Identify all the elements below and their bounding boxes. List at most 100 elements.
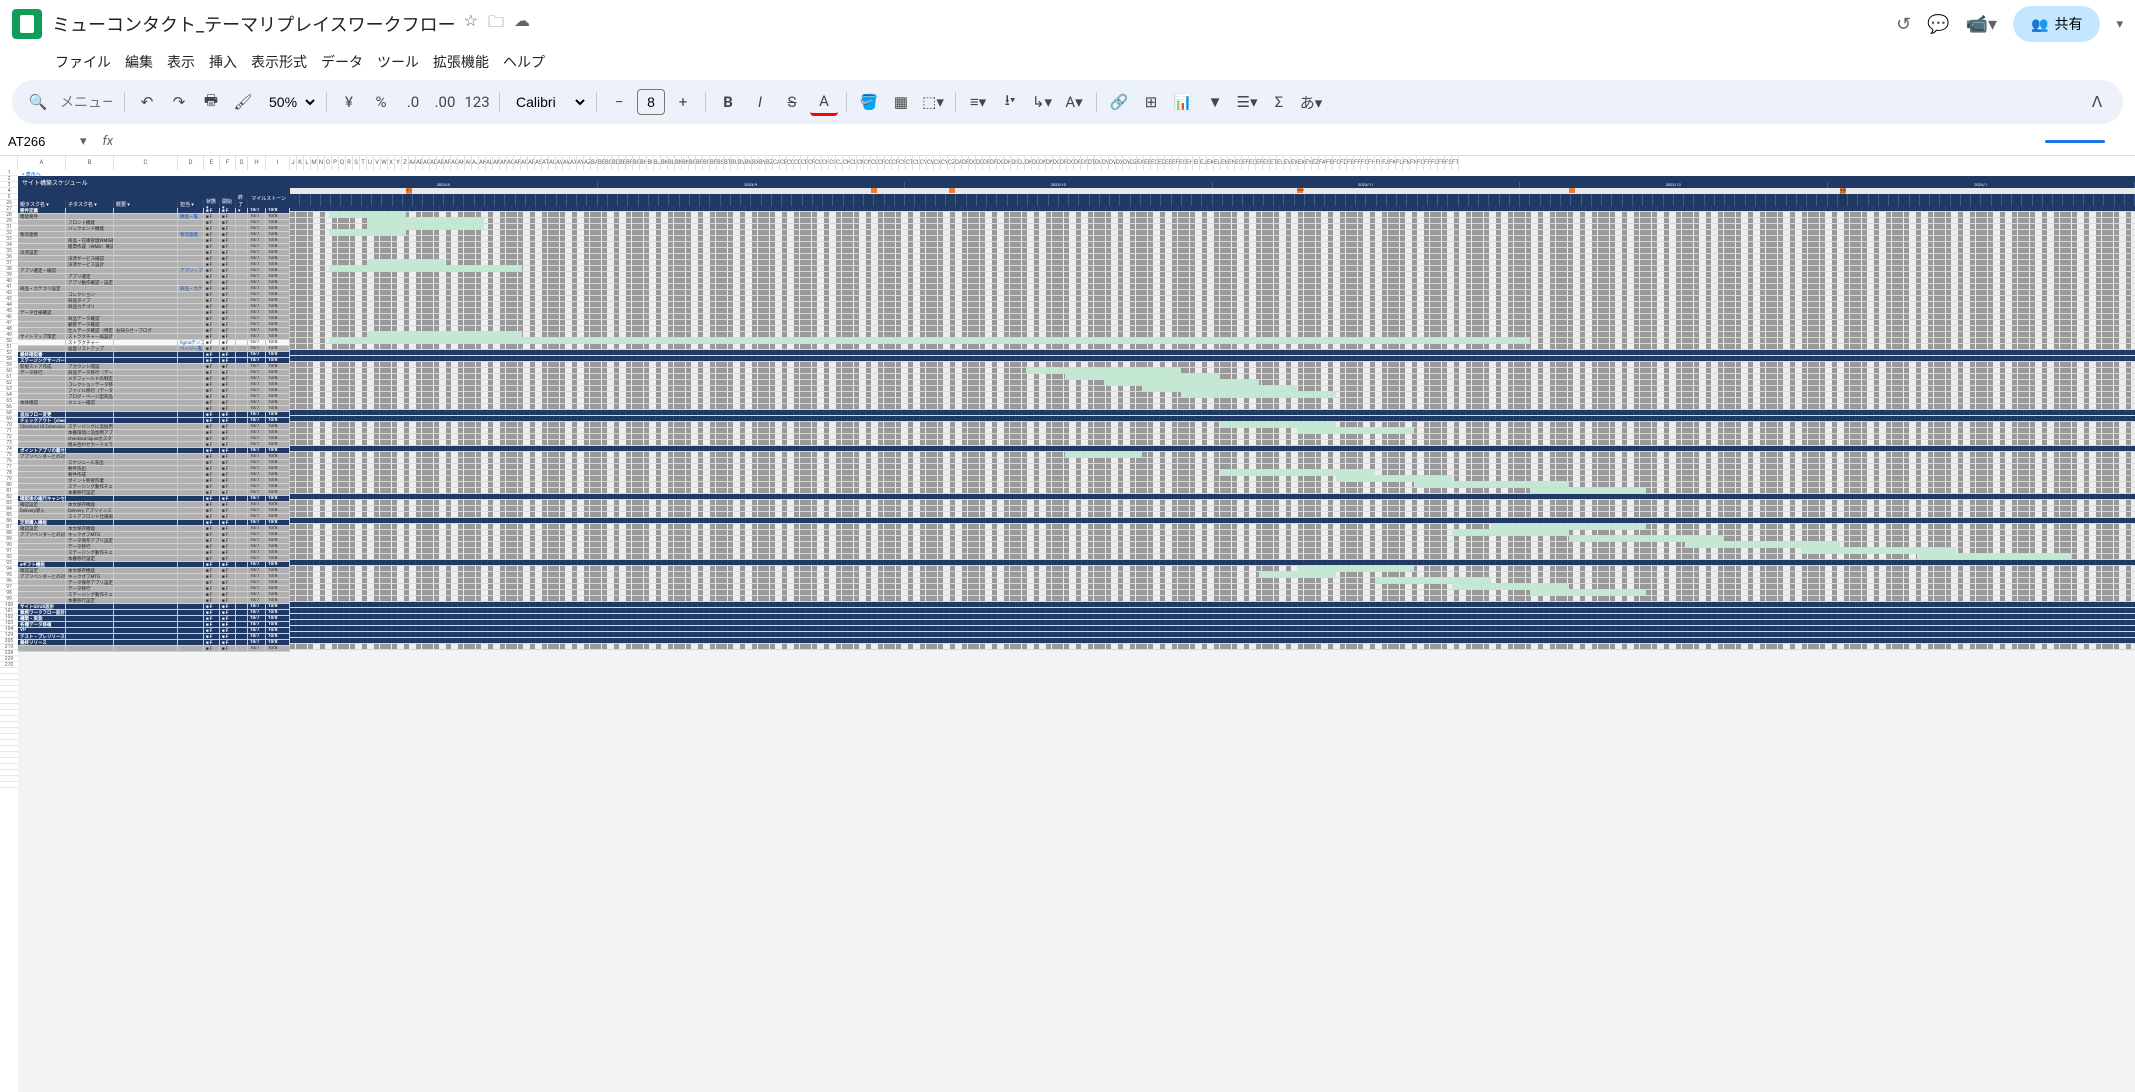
task-cell[interactable] bbox=[114, 370, 178, 375]
task-cell[interactable]: 画面リストアップ bbox=[66, 346, 114, 351]
column-header[interactable]: CW bbox=[927, 156, 934, 170]
gantt-row[interactable] bbox=[290, 452, 2135, 458]
task-cell[interactable]: 10/8 bbox=[266, 538, 290, 543]
task-cell[interactable]: 10/8 bbox=[266, 616, 290, 621]
column-header[interactable]: J bbox=[290, 156, 297, 170]
font-size-increase-icon[interactable]: + bbox=[669, 88, 697, 116]
task-cell[interactable]: アプリベンダーとの対応キックオフMTG bbox=[18, 454, 66, 459]
column-header[interactable]: BK bbox=[661, 156, 668, 170]
task-cell[interactable]: アプリ動作確認・設定確認 bbox=[66, 280, 114, 285]
task-cell[interactable]: 要件定義 bbox=[18, 208, 66, 213]
column-header[interactable]: BU bbox=[731, 156, 738, 170]
task-cell[interactable]: ■ F bbox=[204, 370, 220, 375]
task-cell[interactable]: ■ F bbox=[220, 568, 236, 573]
task-cell[interactable] bbox=[178, 574, 204, 579]
column-header[interactable]: BQ bbox=[703, 156, 710, 170]
task-cell[interactable] bbox=[114, 520, 178, 525]
task-cell[interactable] bbox=[114, 220, 178, 225]
task-cell[interactable] bbox=[236, 310, 248, 315]
gantt-bar[interactable] bbox=[1297, 566, 1413, 571]
task-cell[interactable] bbox=[178, 298, 204, 303]
task-cell[interactable]: 10/7 bbox=[248, 328, 266, 333]
column-header[interactable]: AR bbox=[528, 156, 535, 170]
task-cell[interactable]: eギフト機能 bbox=[18, 562, 66, 567]
task-cell[interactable]: ■ F bbox=[204, 322, 220, 327]
column-header[interactable]: FG bbox=[1361, 156, 1368, 170]
task-cell[interactable]: ■ F bbox=[204, 238, 220, 243]
column-header[interactable]: CM bbox=[857, 156, 864, 170]
column-header[interactable]: BD bbox=[612, 156, 619, 170]
task-cell[interactable]: ■ F bbox=[220, 592, 236, 597]
task-cell[interactable] bbox=[114, 388, 178, 393]
task-column-header[interactable]: 担当 ▾ bbox=[178, 200, 204, 208]
task-cell[interactable]: 10/7 bbox=[248, 340, 266, 345]
task-cell[interactable] bbox=[236, 232, 248, 237]
task-cell[interactable]: ■ F bbox=[220, 406, 236, 411]
task-cell[interactable]: 10/7 bbox=[248, 442, 266, 447]
task-cell[interactable]: ■ F bbox=[220, 226, 236, 231]
task-cell[interactable] bbox=[236, 370, 248, 375]
task-cell[interactable] bbox=[236, 532, 248, 537]
task-cell[interactable] bbox=[114, 346, 178, 351]
formula-input[interactable] bbox=[121, 132, 2045, 151]
task-cell[interactable] bbox=[178, 478, 204, 483]
task-cell[interactable]: ■ F bbox=[204, 562, 220, 567]
column-header[interactable]: AL bbox=[486, 156, 493, 170]
task-cell[interactable]: 10/7 bbox=[248, 502, 266, 507]
task-cell[interactable]: 本文保存機能 bbox=[66, 568, 114, 573]
task-cell[interactable] bbox=[66, 268, 114, 273]
column-header[interactable]: C bbox=[114, 156, 178, 170]
column-header[interactable]: EX bbox=[1298, 156, 1305, 170]
task-cell[interactable]: メニュー確認 bbox=[66, 400, 114, 405]
task-cell[interactable] bbox=[236, 610, 248, 615]
task-cell[interactable]: ■ F bbox=[204, 262, 220, 267]
task-cell[interactable]: 10/7 bbox=[248, 496, 266, 501]
task-cell[interactable]: 10/8 bbox=[266, 472, 290, 477]
task-cell[interactable]: ■ F bbox=[204, 424, 220, 429]
task-cell[interactable] bbox=[236, 262, 248, 267]
task-cell[interactable]: ■ F bbox=[204, 352, 220, 357]
gantt-bar[interactable] bbox=[1065, 374, 1220, 379]
task-cell[interactable]: 本体確認 bbox=[18, 400, 66, 405]
task-cell[interactable]: アカウント開設 bbox=[66, 364, 114, 369]
gantt-row[interactable] bbox=[290, 428, 2135, 434]
task-cell[interactable]: ■ F bbox=[204, 598, 220, 603]
task-cell[interactable] bbox=[114, 298, 178, 303]
task-cell[interactable]: ■ F bbox=[220, 646, 236, 651]
font-size-input[interactable] bbox=[637, 89, 665, 115]
column-header[interactable]: DR bbox=[1074, 156, 1081, 170]
task-cell[interactable]: ■ F bbox=[220, 286, 236, 291]
task-cell[interactable]: ■ F bbox=[204, 208, 220, 213]
task-cell[interactable]: 10/8 bbox=[266, 436, 290, 441]
task-cell[interactable]: ■ F bbox=[204, 286, 220, 291]
task-cell[interactable]: ■ F bbox=[220, 304, 236, 309]
column-header[interactable]: EZ bbox=[1312, 156, 1319, 170]
task-cell[interactable]: 10/8 bbox=[266, 520, 290, 525]
task-cell[interactable]: 10/7 bbox=[248, 400, 266, 405]
task-cell[interactable] bbox=[236, 556, 248, 561]
functions-icon[interactable]: Σ bbox=[1265, 88, 1293, 116]
task-cell[interactable]: ■ F bbox=[220, 496, 236, 501]
task-cell[interactable]: ■ F bbox=[204, 418, 220, 423]
task-cell[interactable]: ■ F bbox=[204, 466, 220, 471]
task-cell[interactable]: 10/8 bbox=[266, 598, 290, 603]
task-cell[interactable] bbox=[178, 622, 204, 627]
column-header[interactable]: BP bbox=[696, 156, 703, 170]
column-header[interactable]: DG bbox=[997, 156, 1004, 170]
task-cell[interactable] bbox=[236, 364, 248, 369]
column-header[interactable]: DT bbox=[1088, 156, 1095, 170]
task-cell[interactable] bbox=[18, 556, 66, 561]
filter-views-icon[interactable]: ☰▾ bbox=[1233, 88, 1261, 116]
document-title[interactable]: ミューコンタクト_テーマリプレイスワークフロー bbox=[52, 11, 456, 37]
task-cell[interactable]: テスト・プレリリース bbox=[18, 634, 66, 639]
gantt-bar[interactable] bbox=[367, 332, 522, 337]
column-header[interactable]: AD bbox=[430, 156, 437, 170]
task-cell[interactable] bbox=[178, 238, 204, 243]
task-cell[interactable] bbox=[18, 550, 66, 555]
zoom-select[interactable]: 50% bbox=[261, 89, 318, 115]
font-select[interactable]: Calibri bbox=[508, 89, 588, 115]
task-cell[interactable]: 10/8 bbox=[266, 496, 290, 501]
task-cell[interactable] bbox=[114, 556, 178, 561]
name-box-dropdown-icon[interactable]: ▾ bbox=[80, 134, 95, 149]
task-cell[interactable]: 10/7 bbox=[248, 604, 266, 609]
